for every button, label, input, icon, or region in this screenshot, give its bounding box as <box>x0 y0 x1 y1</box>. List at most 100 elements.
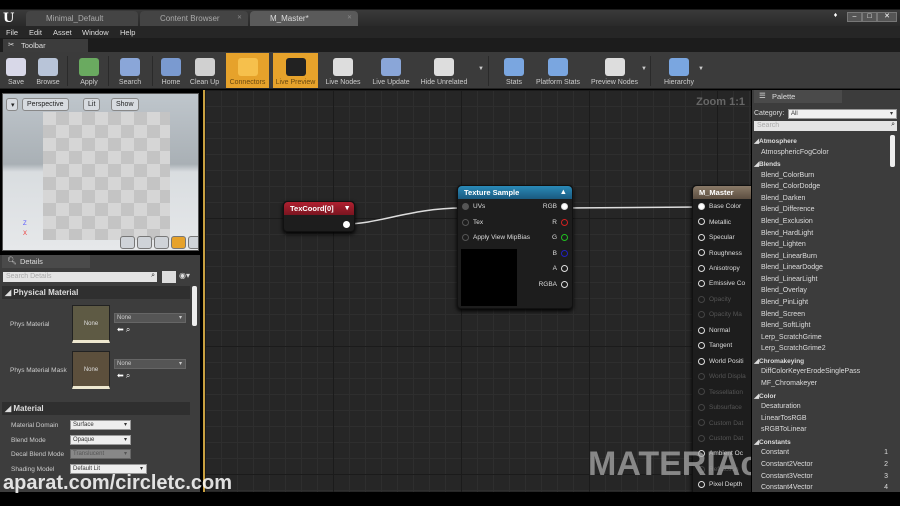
palette-item[interactable]: Blend_HardLight <box>761 230 813 237</box>
palette-item[interactable]: Blend_SoftLight <box>761 322 810 329</box>
tab-content-browser[interactable]: Content Browser ✕ <box>140 11 248 26</box>
phys-material-combo[interactable]: None <box>114 313 186 323</box>
toolbar-button-browse[interactable]: Browse <box>31 53 65 88</box>
master-pin-base-color[interactable]: Base Color <box>698 203 741 210</box>
palette-item[interactable]: Blend_PinLight <box>761 299 808 306</box>
output-pin[interactable] <box>343 221 350 228</box>
hierarchy-dropdown-icon[interactable]: ▼ <box>698 66 704 72</box>
palette-search-input[interactable]: Search ⌕ <box>754 121 897 131</box>
phys-material-thumbnail[interactable]: None <box>72 305 110 343</box>
palette-item[interactable]: Constant <box>761 449 789 456</box>
output-pin-g[interactable]: G <box>552 234 568 241</box>
sphere-preview-button[interactable] <box>137 236 152 249</box>
output-pin-b[interactable]: B <box>553 249 568 257</box>
palette-item[interactable]: sRGBToLinear <box>761 426 807 433</box>
master-pin-opacity[interactable]: Opacity <box>698 295 731 303</box>
palette-item[interactable]: Blend_Overlay <box>761 287 807 294</box>
palette-item[interactable]: Blend_Exclusion <box>761 218 813 225</box>
palette-item[interactable]: Constant3Vector <box>761 473 813 480</box>
output-pin-a[interactable]: A <box>553 265 568 272</box>
toolbar-button-search[interactable]: Search <box>113 53 147 88</box>
toolbar-button-clean-up[interactable]: Clean Up <box>186 53 223 88</box>
lit-button[interactable]: Lit <box>83 98 101 111</box>
input-pin-tex[interactable]: Tex <box>462 218 483 226</box>
perspective-button[interactable]: Perspective <box>22 98 69 111</box>
use-selected-arrow-icon[interactable]: ⬅ ⌕ <box>117 325 130 335</box>
palette-item[interactable]: DiffColorKeyerErodeSinglePass <box>761 368 860 375</box>
phys-material-mask-combo[interactable]: None <box>114 359 186 369</box>
palette-item[interactable]: Blend_Difference <box>761 206 815 213</box>
palette-item[interactable]: Blend_Lighten <box>761 241 806 248</box>
details-tab[interactable]: 🔍︎ Details <box>2 255 90 268</box>
hide-unrelated-dropdown-icon[interactable]: ▼ <box>478 66 484 72</box>
phys-material-mask-thumbnail[interactable]: None <box>72 351 110 389</box>
menu-file[interactable]: File <box>6 28 18 37</box>
master-pin-tessellation[interactable]: Tessellation <box>698 388 743 396</box>
close-icon[interactable]: ✕ <box>347 14 352 21</box>
blend-mode-combo[interactable]: Opaque <box>70 435 131 445</box>
master-pin-emissive-co[interactable]: Emissive Co <box>698 280 745 287</box>
menu-help[interactable]: Help <box>120 28 135 37</box>
palette-item[interactable]: Lerp_ScratchGrime2 <box>761 345 826 352</box>
texture-sample-node[interactable]: Texture Sample ▲ UVs Tex Apply View MipBias… <box>457 185 573 309</box>
palette-tab[interactable]: ☰ Palette <box>754 90 842 103</box>
toolbar-button-platform-stats[interactable]: Platform Stats <box>532 53 584 88</box>
close-icon[interactable]: ✕ <box>237 14 242 21</box>
category-combo[interactable]: All <box>788 109 897 119</box>
toolbar-button-save[interactable]: Save <box>3 53 29 88</box>
palette-item[interactable]: Constant2Vector <box>761 461 813 468</box>
toolbar-button-stats[interactable]: Stats <box>500 53 528 88</box>
palette-item[interactable]: Desaturation <box>761 403 801 410</box>
menu-edit[interactable]: Edit <box>29 28 42 37</box>
collapse-arrow-icon[interactable]: ▲ <box>560 187 567 196</box>
grid-view-button[interactable] <box>162 271 176 283</box>
palette-item[interactable]: Blend_ColorDodge <box>761 183 820 190</box>
palette-item[interactable]: AtmosphericFogColor <box>761 149 829 156</box>
search-details-input[interactable]: Search Details ⌕ <box>3 272 157 282</box>
palette-item[interactable]: Blend_LinearLight <box>761 276 817 283</box>
master-pin-custom-dat[interactable]: Custom Dat <box>698 419 743 427</box>
texcoord-node[interactable]: TexCoord[0] ▾ <box>283 201 355 232</box>
collapse-arrow-icon[interactable]: ▾ <box>345 203 349 212</box>
output-pin-rgba[interactable]: RGBA <box>539 280 568 288</box>
maximize-button[interactable]: □ <box>862 12 877 22</box>
cube-preview-button[interactable] <box>171 236 186 249</box>
menu-asset[interactable]: Asset <box>53 28 72 37</box>
eye-visibility-icon[interactable]: ◉▾ <box>179 271 190 280</box>
master-pin-custom-dat[interactable]: Custom Dat <box>698 434 743 442</box>
material-domain-combo[interactable]: Surface <box>70 420 131 430</box>
palette-item[interactable]: Lerp_ScratchGrime <box>761 334 822 341</box>
preview-nodes-dropdown-icon[interactable]: ▼ <box>641 66 647 72</box>
toolbar-tab[interactable]: ✂ Toolbar <box>3 39 88 52</box>
master-pin-subsurface[interactable]: Subsurface <box>698 403 742 411</box>
material-graph[interactable]: Zoom 1:1 TexCoord[0] ▾ Texture Sample ▲ UV… <box>203 90 751 492</box>
plane-preview-button[interactable] <box>154 236 169 249</box>
palette-item[interactable]: LinearTosRGB <box>761 415 807 422</box>
output-pin-rgb[interactable]: RGB <box>543 203 568 210</box>
toolbar-button-hide-unrelated[interactable]: Hide Unrelated <box>415 53 473 88</box>
tab-minimal-default[interactable]: Minimal_Default <box>26 11 138 26</box>
toolbar-button-apply[interactable]: Apply <box>72 53 106 88</box>
minimize-button[interactable]: – <box>847 12 862 22</box>
palette-item[interactable]: Blend_LinearBurn <box>761 253 817 260</box>
master-pin-normal[interactable]: Normal <box>698 326 730 334</box>
show-button[interactable]: Show <box>111 98 139 111</box>
preview-viewport[interactable]: ▾ Perspective Lit Show Z X <box>2 93 199 251</box>
notification-icon[interactable]: ♦ <box>828 12 843 22</box>
palette-item[interactable]: Blend_LinearDodge <box>761 264 823 271</box>
master-pin-specular[interactable]: Specular <box>698 233 735 241</box>
toolbar-button-hierarchy[interactable]: Hierarchy <box>660 53 698 88</box>
toolbar-button-live-preview[interactable]: Live Preview <box>273 53 318 88</box>
toolbar-button-live-update[interactable]: Live Update <box>369 53 413 88</box>
viewport-options-button[interactable]: ▾ <box>6 98 18 111</box>
palette-item[interactable]: Blend_ColorBurn <box>761 172 814 179</box>
palette-item[interactable]: Blend_Screen <box>761 311 805 318</box>
input-pin-uvs[interactable]: UVs <box>462 203 485 210</box>
master-pin-anisotropy[interactable]: Anisotropy <box>698 264 740 272</box>
master-pin-tangent[interactable]: Tangent <box>698 342 732 349</box>
physical-material-header[interactable]: ◢ Physical Material <box>2 286 190 299</box>
tab-m-master[interactable]: M_Master* ✕ <box>250 11 358 26</box>
toolbar-button-live-nodes[interactable]: Live Nodes <box>320 53 366 88</box>
menu-window[interactable]: Window <box>82 28 109 37</box>
toolbar-button-home[interactable]: Home <box>157 53 185 88</box>
